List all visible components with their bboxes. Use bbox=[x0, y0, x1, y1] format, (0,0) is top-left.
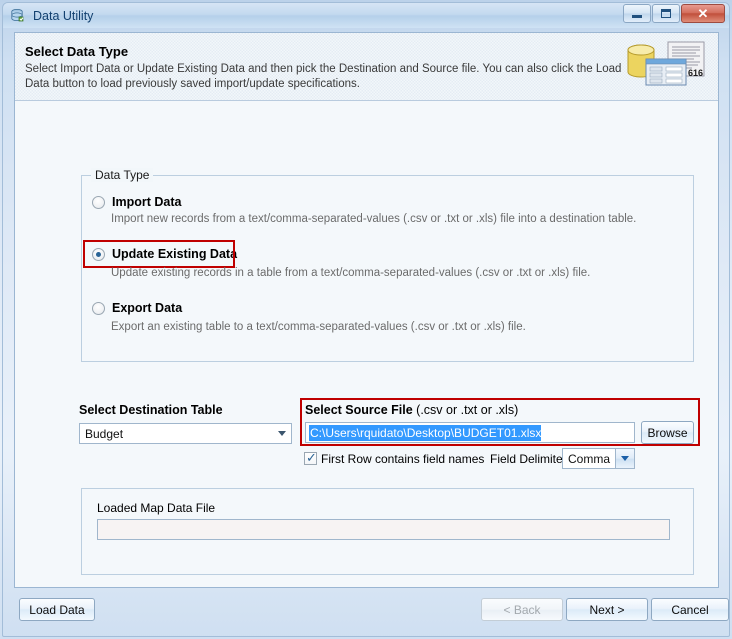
radio-export-data-description: Export an existing table to a text/comma… bbox=[111, 321, 526, 333]
maximize-icon bbox=[661, 9, 671, 18]
database-documents-icon: 616 bbox=[624, 40, 710, 92]
radio-import-data[interactable]: Import Data bbox=[92, 195, 181, 209]
browse-button[interactable]: Browse bbox=[641, 421, 694, 444]
source-file-label-bold: Select Source File bbox=[305, 403, 413, 417]
load-data-button[interactable]: Load Data bbox=[19, 598, 95, 621]
radio-export-data-button[interactable] bbox=[92, 301, 105, 315]
loaded-map-file-label: Loaded Map Data File bbox=[97, 501, 216, 515]
dialog-header: Select Data Type Select Import Data or U… bbox=[15, 33, 718, 101]
chevron-down-icon[interactable] bbox=[273, 424, 291, 443]
radio-import-data-button[interactable] bbox=[92, 195, 105, 209]
radio-export-data-label: Export Data bbox=[112, 301, 183, 315]
cancel-button[interactable]: Cancel bbox=[651, 598, 729, 621]
dialog-client-area: Select Data Type Select Import Data or U… bbox=[14, 32, 719, 588]
page-title: Select Data Type bbox=[25, 44, 129, 59]
source-file-path-input[interactable]: C:\Users\rquidato\Desktop\BUDGET01.xlsx bbox=[305, 422, 635, 443]
back-button: < Back bbox=[481, 598, 563, 621]
destination-table-value: Budget bbox=[85, 426, 124, 441]
minimize-button[interactable] bbox=[623, 4, 651, 23]
first-row-checkbox[interactable]: ✓ bbox=[304, 450, 317, 465]
header-icon-badge: 616 bbox=[688, 68, 703, 78]
radio-update-existing-data-label: Update Existing Data bbox=[112, 247, 238, 261]
dialog-footer: Load Data < Back Next > Cancel bbox=[14, 589, 729, 633]
source-file-label: Select Source File (.csv or .txt or .xls… bbox=[305, 403, 518, 417]
minimize-icon bbox=[632, 14, 642, 18]
window-title: Data Utility bbox=[33, 8, 94, 23]
radio-update-existing-data-button[interactable] bbox=[92, 247, 105, 261]
radio-import-data-label: Import Data bbox=[112, 195, 182, 209]
page-description: Select Import Data or Update Existing Da… bbox=[25, 63, 622, 90]
field-delimiter-label: Field Delimiter bbox=[490, 452, 567, 466]
chevron-down-icon[interactable] bbox=[615, 449, 634, 468]
close-button[interactable]: ✕ bbox=[681, 4, 725, 23]
radio-update-existing-data[interactable]: Update Existing Data bbox=[92, 247, 237, 261]
radio-export-data[interactable]: Export Data bbox=[92, 301, 182, 315]
app-icon bbox=[10, 8, 26, 24]
destination-table-select[interactable]: Budget bbox=[79, 423, 292, 444]
data-utility-window: Data Utility ✕ Select Data Type Select I… bbox=[0, 0, 732, 639]
checkmark-icon: ✓ bbox=[306, 450, 317, 465]
data-type-legend: Data Type bbox=[91, 168, 154, 182]
maximize-button[interactable] bbox=[652, 4, 680, 23]
source-file-label-suffix: (.csv or .txt or .xls) bbox=[412, 403, 519, 417]
destination-table-label: Select Destination Table bbox=[79, 403, 223, 417]
next-button[interactable]: Next > bbox=[566, 598, 648, 621]
window-controls: ✕ bbox=[623, 4, 725, 23]
first-row-label: First Row contains field names bbox=[321, 452, 485, 466]
radio-update-existing-data-description: Update existing records in a table from … bbox=[111, 267, 591, 279]
source-file-path-value: C:\Users\rquidato\Desktop\BUDGET01.xlsx bbox=[309, 424, 542, 441]
field-delimiter-value: Comma bbox=[568, 451, 611, 466]
title-bar[interactable]: Data Utility ✕ bbox=[3, 3, 729, 28]
radio-import-data-description: Import new records from a text/comma-sep… bbox=[111, 213, 637, 225]
field-delimiter-select[interactable]: Comma bbox=[562, 448, 635, 469]
loaded-map-file-input[interactable] bbox=[97, 519, 670, 540]
